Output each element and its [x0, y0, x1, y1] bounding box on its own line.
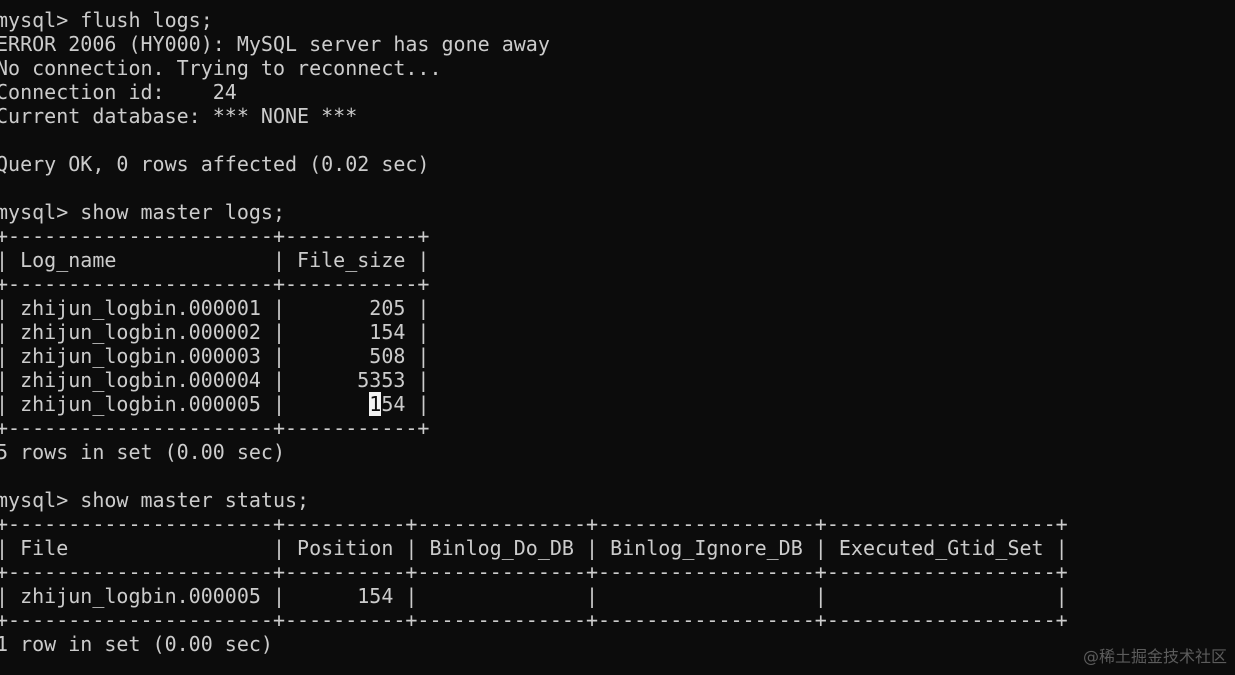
terminal-line: +----------------------+----------+-----…	[0, 560, 1068, 584]
terminal-line: | zhijun_logbin.000004 | 5353 |	[0, 368, 430, 392]
terminal-line: | zhijun_logbin.000003 | 508 |	[0, 344, 430, 368]
terminal-line: mysql> show master logs;	[0, 200, 285, 224]
terminal-line: 5 rows in set (0.00 sec)	[0, 440, 285, 464]
terminal-line: | zhijun_logbin.000001 | 205 |	[0, 296, 430, 320]
terminal-line: Connection id: 24	[0, 80, 237, 104]
watermark: @稀土掘金技术社区	[1082, 647, 1227, 666]
terminal-line: Query OK, 0 rows affected (0.02 sec)	[0, 152, 430, 176]
text-cursor: 1	[369, 392, 382, 416]
terminal-line: | Log_name | File_size |	[0, 248, 430, 272]
terminal-line: No connection. Trying to reconnect...	[0, 56, 442, 80]
terminal-line: | zhijun_logbin.000002 | 154 |	[0, 320, 430, 344]
terminal-line: +----------------------+----------+-----…	[0, 512, 1068, 536]
terminal-line: mysql> flush logs;	[0, 8, 213, 32]
terminal-line: +----------------------+----------+-----…	[0, 608, 1068, 632]
terminal-line: | zhijun_logbin.000005 | 154 |	[0, 392, 430, 416]
terminal-line: ERROR 2006 (HY000): MySQL server has gon…	[0, 32, 550, 56]
terminal-line: 1 row in set (0.00 sec)	[0, 632, 273, 656]
terminal-line: | zhijun_logbin.000005 | 154 | | | |	[0, 584, 1068, 608]
terminal-line: mysql> show master status;	[0, 488, 310, 512]
terminal-line: +----------------------+-----------+	[0, 272, 430, 296]
terminal-line: +----------------------+-----------+	[0, 416, 430, 440]
terminal-line: | File | Position | Binlog_Do_DB | Binlo…	[0, 536, 1068, 560]
terminal-line: Current database: *** NONE ***	[0, 104, 358, 128]
terminal-output[interactable]: mysql> flush logs; ERROR 2006 (HY000): My…	[0, 8, 1235, 675]
terminal-line: +----------------------+-----------+	[0, 224, 430, 248]
